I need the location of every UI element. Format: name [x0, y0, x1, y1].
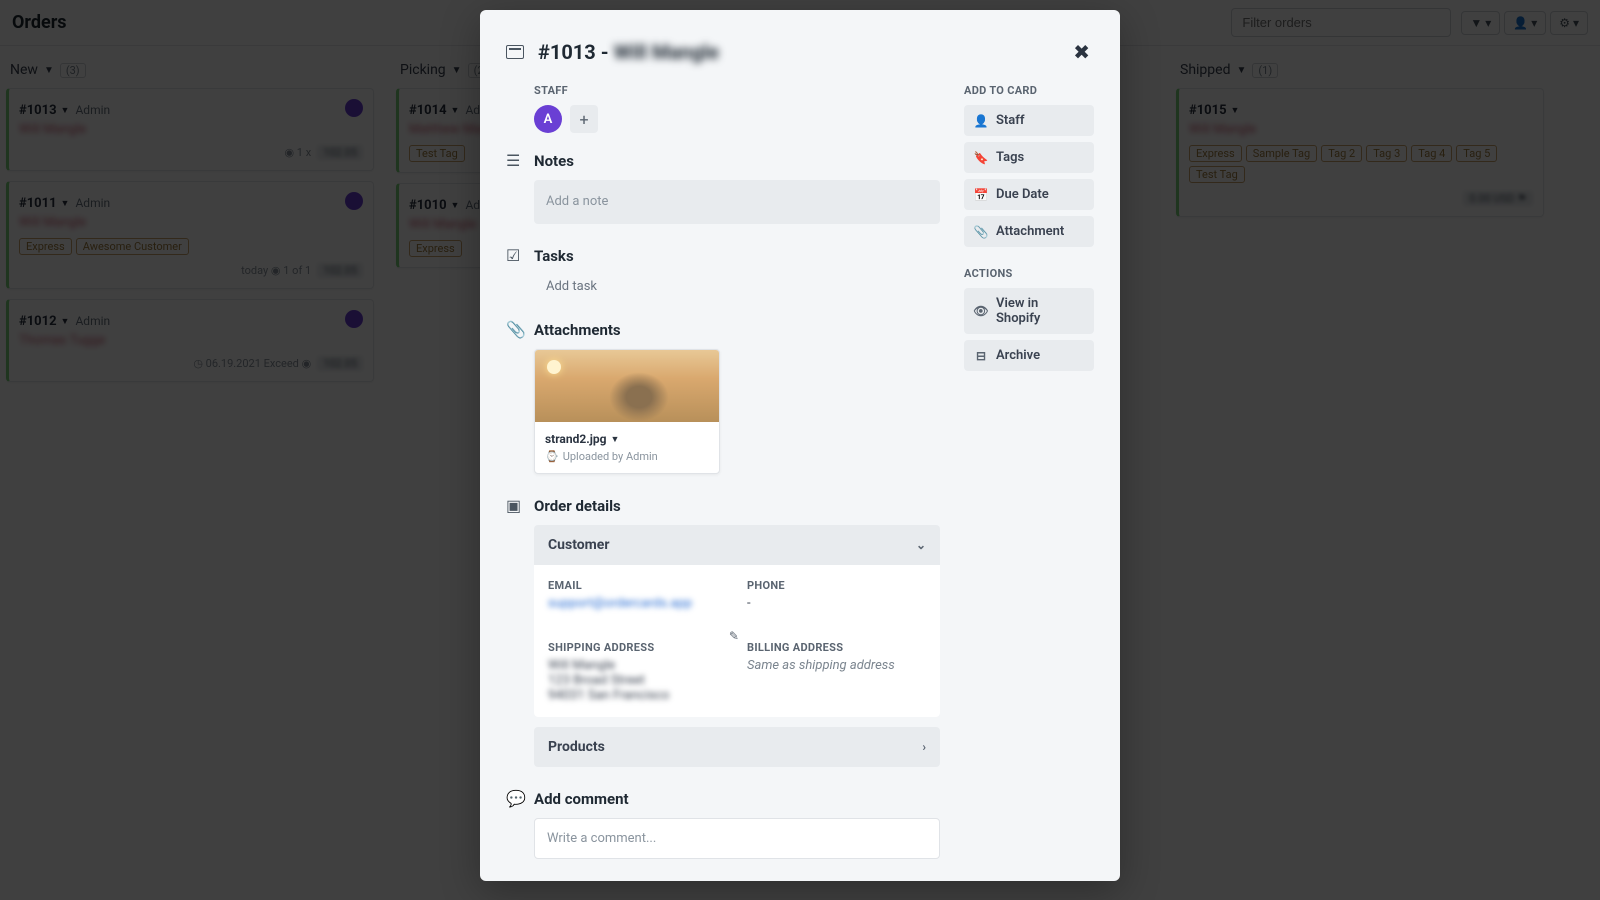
add-tags-button[interactable]: 🔖Tags [964, 142, 1094, 173]
chevron-right-icon: › [922, 740, 926, 754]
view-in-shopify-button[interactable]: 👁View in Shopify [964, 288, 1094, 334]
shipping-value: Will Mangle 123 Broad Street 94031 San F… [548, 658, 727, 703]
add-to-card-label: ADD TO CARD [964, 84, 1094, 97]
comment-title: Add comment [534, 790, 629, 808]
attachments-icon: 📎 [506, 320, 522, 339]
order-details-title: Order details [534, 497, 621, 515]
order-modal: #1013 - Will Mangle ✖ STAFF A + ☰ Notes … [480, 10, 1120, 881]
staff-avatar[interactable]: A [534, 105, 562, 133]
tasks-title: Tasks [534, 247, 574, 265]
attachment-uploader: ⌚ Uploaded by Admin [545, 450, 709, 463]
edit-shipping-icon[interactable]: ✎ [729, 629, 739, 643]
phone-label: PHONE [747, 579, 926, 592]
notes-title: Notes [534, 152, 574, 170]
add-due-date-button[interactable]: 📅Due Date [964, 179, 1094, 210]
attachment-filename[interactable]: strand2.jpg ▼ [545, 432, 709, 446]
add-attachment-button[interactable]: 📎Attachment [964, 216, 1094, 247]
notes-input[interactable]: Add a note [534, 180, 940, 224]
calendar-icon: 📅 [974, 188, 988, 202]
add-staff-sidebar-button[interactable]: 👤Staff [964, 105, 1094, 136]
add-task-button[interactable]: Add task [534, 275, 940, 298]
billing-value: Same as shipping address [747, 658, 926, 673]
bookmark-icon: 🔖 [974, 151, 988, 165]
user-icon: 👤 [974, 114, 988, 128]
email-value[interactable]: support@ordercards.app [548, 596, 727, 611]
notes-icon: ☰ [506, 151, 522, 170]
customer-accordion-header[interactable]: Customer ⌄ [534, 525, 940, 565]
attachment-thumbnail [535, 350, 719, 422]
products-accordion-header[interactable]: Products › [534, 727, 940, 767]
modal-title: #1013 - Will Mangle [538, 40, 719, 64]
actions-label: ACTIONS [964, 267, 1094, 280]
shipping-label: SHIPPING ADDRESS [548, 641, 727, 654]
comment-icon: 💬 [506, 789, 522, 808]
add-staff-button[interactable]: + [570, 105, 598, 133]
tasks-icon: ☑ [506, 246, 522, 265]
billing-label: BILLING ADDRESS [747, 641, 926, 654]
paperclip-icon: 📎 [974, 225, 988, 239]
order-details-icon: ▣ [506, 496, 522, 515]
archive-button[interactable]: ⊟Archive [964, 340, 1094, 371]
archive-icon: ⊟ [974, 349, 988, 363]
attachments-title: Attachments [534, 321, 621, 339]
chevron-down-icon: ⌄ [916, 538, 926, 552]
attachment-card[interactable]: strand2.jpg ▼ ⌚ Uploaded by Admin [534, 349, 720, 474]
eye-icon: 👁 [974, 304, 988, 318]
phone-value: - [747, 596, 926, 611]
comment-input[interactable]: Write a comment... [534, 818, 940, 859]
close-icon[interactable]: ✖ [1069, 36, 1094, 68]
email-label: EMAIL [548, 579, 727, 592]
staff-label: STAFF [534, 84, 940, 97]
card-icon [506, 45, 524, 59]
